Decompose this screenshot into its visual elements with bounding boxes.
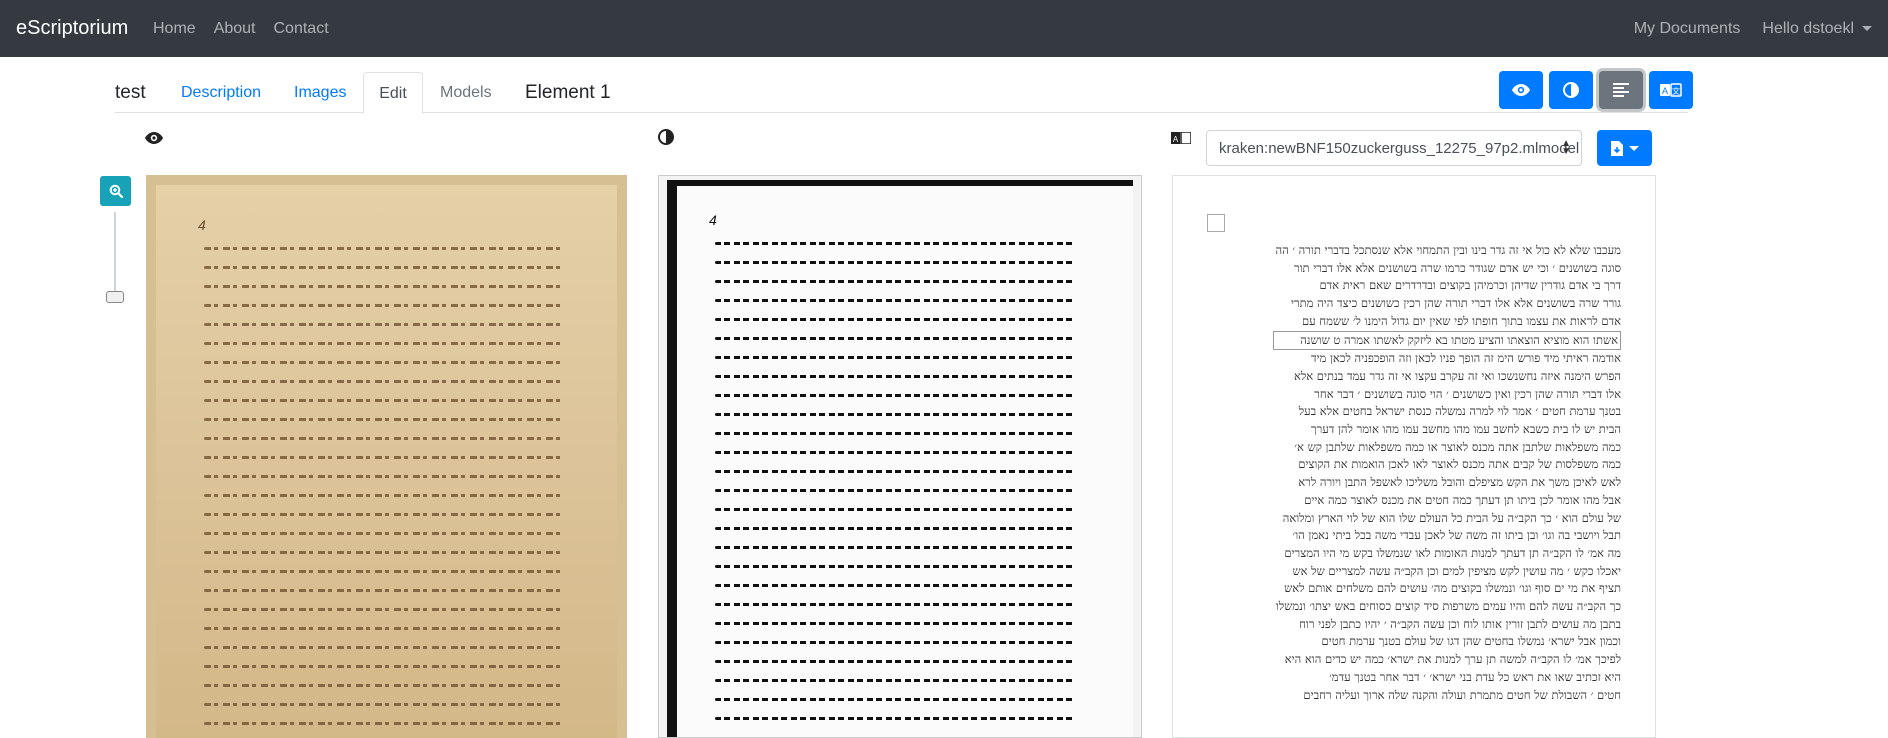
handwriting-lines xyxy=(204,247,564,738)
zoom-icon xyxy=(109,184,123,198)
transcription-line[interactable]: וכמון אבל ישרא׳ נמשלו בחטים שהן דגו של ע… xyxy=(1273,633,1621,651)
toggle-segmentation-button[interactable] xyxy=(1599,71,1643,109)
translate-icon: A xyxy=(1171,131,1192,149)
transcription-line[interactable]: תבל ויושבי בה וגו׳ ובן ביתו זה משה של לא… xyxy=(1273,527,1621,545)
translate-icon: A文 xyxy=(1660,83,1682,97)
transcription-model-select[interactable]: kraken:newBNF150zuckerguss_12275_97p2.ml… xyxy=(1206,130,1582,166)
handwriting-lines xyxy=(715,242,1075,736)
toggle-binarized-button[interactable] xyxy=(1549,71,1593,109)
toggle-source-image-button[interactable] xyxy=(1499,71,1543,109)
top-navbar: eScriptorium Home About Contact My Docum… xyxy=(0,0,1888,57)
transcription-line[interactable]: אודמה ראיתי מיד פורש הימ זה הופך פניו לכ… xyxy=(1273,350,1621,368)
brand-logo[interactable]: eScriptorium xyxy=(16,17,128,40)
transcription-line[interactable]: כמה משפלאות שלתבן אתה מכנס לאוצר או כמה … xyxy=(1273,439,1621,457)
transcription-line[interactable]: חטים ׳ השבולת של חטים מתמרת ועולה והקנה … xyxy=(1273,687,1621,705)
tab-description[interactable]: Description xyxy=(181,72,261,113)
transcription-line[interactable]: מה אמ׳ לו הקב״ה תן דעתך למנות האומות לאו… xyxy=(1273,545,1621,563)
transcription-panel[interactable]: מעכבו שלא לא כול אי זה גדר בינו ובין התמ… xyxy=(1172,175,1656,738)
scan-border xyxy=(667,180,677,737)
zoom-slider-track[interactable] xyxy=(114,212,116,302)
transcription-line[interactable]: אדם לראות את עצמו בתוך חופתו לפי שאין יו… xyxy=(1273,313,1621,331)
element-title: Element 1 xyxy=(525,82,611,103)
tab-images[interactable]: Images xyxy=(294,72,346,113)
svg-text:A: A xyxy=(1662,86,1668,96)
my-documents-link[interactable]: My Documents xyxy=(1634,20,1741,38)
binarized-image-panel[interactable]: 4 xyxy=(658,175,1142,738)
select-arrows-icon: ▲ ▼ xyxy=(1561,138,1571,157)
chevron-down-icon xyxy=(1628,145,1639,151)
chevron-down-icon xyxy=(1862,26,1872,32)
source-image-panel[interactable]: 4 xyxy=(146,175,627,738)
manuscript-image: 4 xyxy=(156,185,617,738)
transcription-text: מעכבו שלא לא כול אי זה גדר בינו ובין התמ… xyxy=(1273,242,1621,704)
tab-edit[interactable]: Edit xyxy=(363,72,423,114)
zoom-toggle-button[interactable] xyxy=(100,176,131,206)
zoom-slider-handle[interactable] xyxy=(106,291,124,303)
eye-icon xyxy=(145,131,163,149)
transcription-line[interactable]: דרך בי אדם גודרין שדיהן וכרמיהן בקוצים ו… xyxy=(1273,277,1621,295)
nav-contact-link[interactable]: Contact xyxy=(274,20,329,38)
file-download-icon xyxy=(1610,140,1623,156)
transcription-line[interactable]: אלו דברי תורה שהן רכין ואין כשושנים ׳ הו… xyxy=(1273,386,1621,404)
transcription-line[interactable]: הבית יש לו בית כשבא לחשב עמו מהו מחשב עמ… xyxy=(1273,421,1621,439)
contrast-icon xyxy=(658,129,674,150)
user-menu[interactable]: Hello dstoekl xyxy=(1762,20,1872,38)
scan-border xyxy=(667,180,1133,186)
nav-links: Home About Contact xyxy=(153,20,347,38)
transcription-line[interactable]: היא זכתיב שאו את ראש כל עדת בני ישרא׳ ׳ … xyxy=(1273,669,1621,687)
model-select-value: kraken:newBNF150zuckerguss_12275_97p2.ml… xyxy=(1219,140,1580,157)
transcription-line[interactable]: בתבן מה עושים לתבן זורין אותו לוח וכן עש… xyxy=(1273,616,1621,634)
transcription-line[interactable]: גורר שרה בשושנים אלא אלו דברי תורה שהן ר… xyxy=(1273,295,1621,313)
transcription-line[interactable]: כמה משפלסות של קבים אתה מכנס לאוצר לאו ל… xyxy=(1273,456,1621,474)
transcription-line[interactable]: יאכלו כקש ׳ מה עושין לקש מציפין למים וכן… xyxy=(1273,563,1621,581)
align-lines-icon xyxy=(1613,83,1629,97)
transcription-line[interactable]: כך הקב״ה עשה להם והיו עמים משרפות סיד קו… xyxy=(1273,598,1621,616)
nav-about-link[interactable]: About xyxy=(214,20,256,38)
binarized-image: 4 xyxy=(667,180,1133,737)
nav-home-link[interactable]: Home xyxy=(153,20,196,38)
panel-toggle-toolbar: A文 xyxy=(1499,71,1693,109)
transcription-line[interactable]: סוגה בשושנים ׳ וכי יש אדם שגודר כרמו שרה… xyxy=(1273,260,1621,278)
transcription-line-selected[interactable]: אשתו הוא מוציא הוצאתו והציע מטתו בא ליזק… xyxy=(1273,330,1621,351)
user-greeting: Hello dstoekl xyxy=(1762,20,1854,37)
folio-number: 4 xyxy=(198,217,206,233)
svg-text:A: A xyxy=(1173,135,1179,144)
transcription-line[interactable]: הפרש הימנה איזה נחשנשכו ואי זה עקרב עקצו… xyxy=(1273,368,1621,386)
nav-user-area: My Documents Hello dstoekl xyxy=(1634,20,1872,38)
svg-text:文: 文 xyxy=(1672,86,1680,96)
transcription-line[interactable]: בטנך ערמת חטים ׳ אמר לוי למרה נמשלה כנסת… xyxy=(1273,403,1621,421)
eye-icon xyxy=(1512,84,1530,96)
transcription-line[interactable]: לפיכך אמ׳ לו הקב״ה למשה תן ערך למנות את … xyxy=(1273,651,1621,669)
transcription-line[interactable]: לאש לאיכן משך את הקש מציפלם והובל משליכו… xyxy=(1273,474,1621,492)
contrast-icon xyxy=(1563,82,1579,98)
toggle-transcription-button[interactable]: A文 xyxy=(1649,71,1693,109)
transcription-line[interactable]: של עולם הוא ׳ כך הקב״ה על הבית כל העולם … xyxy=(1273,510,1621,528)
tab-models[interactable]: Models xyxy=(440,72,492,113)
transcription-line[interactable]: תציף את מי ים סוף וגו׳ ונמשלו בקוצים מה׳… xyxy=(1273,580,1621,598)
folio-number: 4 xyxy=(709,212,717,228)
document-tabs: test Description Images Edit Models Elem… xyxy=(115,72,1688,114)
transcription-line[interactable]: אבל מהו אומר לכן ביתו תן דעתך כמה חטים א… xyxy=(1273,492,1621,510)
export-button[interactable] xyxy=(1597,130,1652,166)
select-all-checkbox[interactable] xyxy=(1207,214,1225,232)
transcription-line[interactable]: מעכבו שלא לא כול אי זה גדר בינו ובין התמ… xyxy=(1273,242,1621,260)
document-title: test xyxy=(115,82,146,103)
